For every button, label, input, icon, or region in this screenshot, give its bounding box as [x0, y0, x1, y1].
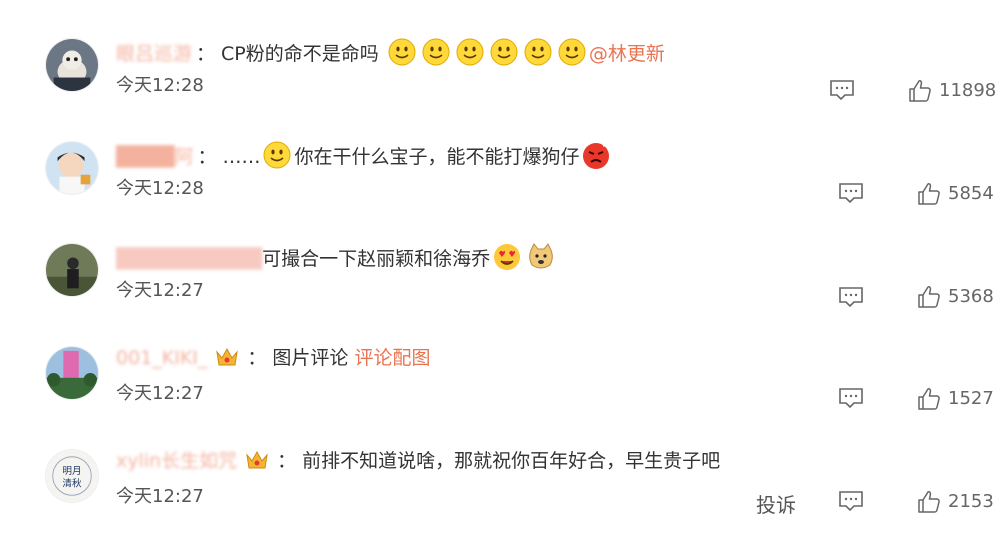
- thumbs-up-icon[interactable]: [917, 490, 941, 514]
- username[interactable]: ████阿: [116, 146, 193, 168]
- like-count: 11898: [939, 80, 997, 101]
- svg-text:清秋: 清秋: [62, 478, 82, 490]
- comment-item: 明月 清秋 xylin长生如咒：前排不知道说啥，那就祝你百年好合，早生贵子吧 今天…: [0, 446, 1003, 548]
- comment-line: 眼吕巡游： CP粉的命不是命吗 @林更新: [116, 37, 665, 67]
- reply-icon[interactable]: [829, 79, 855, 101]
- comment-text: 可撮合一下赵丽颖和徐海乔: [262, 248, 491, 270]
- heart-eyes-emoji-icon: [494, 244, 521, 270]
- thumbs-up-icon[interactable]: [908, 79, 932, 103]
- username[interactable]: 眼吕巡游: [116, 43, 192, 65]
- comment-time: 今天12:27: [116, 486, 204, 507]
- mention-link[interactable]: @林更新: [589, 43, 665, 65]
- comment-line: xylin长生如咒：前排不知道说啥，那就祝你百年好合，早生贵子吧: [116, 450, 721, 472]
- comment-line: ██████████可撮合一下赵丽颖和徐海乔: [116, 242, 558, 272]
- comment-text: ……: [222, 146, 261, 168]
- smile-emoji-icon: [388, 38, 416, 66]
- angry-emoji-icon: [583, 141, 610, 169]
- smile-emoji-icon: [456, 38, 484, 66]
- comment-item: ██████████可撮合一下赵丽颖和徐海乔 今天12:27 5368: [0, 240, 1003, 342]
- avatar[interactable]: [45, 243, 99, 297]
- like-count: 5368: [948, 286, 994, 307]
- like-count: 5854: [948, 183, 994, 204]
- comment-text: 前排不知道说啥，那就祝你百年好合，早生贵子吧: [302, 450, 721, 472]
- avatar[interactable]: 明月 清秋: [45, 449, 99, 503]
- thumbs-up-icon[interactable]: [917, 285, 941, 309]
- comment-time: 今天12:28: [116, 75, 204, 96]
- comment-image-link[interactable]: 评论配图: [354, 347, 430, 369]
- smile-emoji-icon: [263, 141, 291, 169]
- comment-item: ████阿：…… 你在干什么宝子，能不能打爆狗仔 今天12:28 5854: [0, 138, 1003, 240]
- crown-badge-icon: [216, 347, 239, 366]
- avatar[interactable]: [45, 38, 99, 92]
- username[interactable]: xylin长生如咒: [116, 450, 237, 472]
- thumbs-up-icon[interactable]: [917, 182, 941, 206]
- reply-icon[interactable]: [838, 490, 864, 512]
- doge-emoji-icon: [529, 243, 553, 269]
- comment-text: CP粉的命不是命吗: [221, 43, 379, 65]
- avatar[interactable]: [45, 141, 99, 195]
- report-button[interactable]: 投诉: [756, 489, 796, 518]
- comment-line: ████阿：…… 你在干什么宝子，能不能打爆狗仔: [116, 140, 613, 170]
- smile-emoji-icon: [558, 38, 586, 66]
- comment-line: 001_KIKI_：图片评论 评论配图: [116, 347, 431, 369]
- comment-time: 今天12:27: [116, 280, 204, 301]
- thumbs-up-icon[interactable]: [917, 387, 941, 411]
- comment-time: 今天12:28: [116, 178, 204, 199]
- crown-badge-icon: [246, 450, 268, 469]
- svg-text:明月: 明月: [62, 466, 81, 477]
- reply-icon[interactable]: [838, 286, 864, 308]
- reply-icon[interactable]: [838, 387, 864, 409]
- comment-time: 今天12:27: [116, 383, 204, 404]
- comment-text: 图片评论: [272, 347, 349, 369]
- like-count: 1527: [948, 388, 994, 409]
- avatar[interactable]: [45, 346, 99, 400]
- smile-emoji-icon: [422, 38, 450, 66]
- comment-item: 001_KIKI_：图片评论 评论配图 今天12:27 1527: [0, 343, 1003, 445]
- smile-emoji-icon: [524, 38, 552, 66]
- username[interactable]: 001_KIKI_: [116, 347, 207, 369]
- reply-icon[interactable]: [838, 182, 864, 204]
- like-count: 2153: [948, 491, 994, 512]
- smile-emoji-icon: [490, 38, 518, 66]
- comment-text: 你在干什么宝子，能不能打爆狗仔: [294, 146, 580, 168]
- username[interactable]: ██████████: [116, 248, 262, 270]
- comment-item: 眼吕巡游： CP粉的命不是命吗 @林更新 今天12:28 11898: [0, 35, 1003, 137]
